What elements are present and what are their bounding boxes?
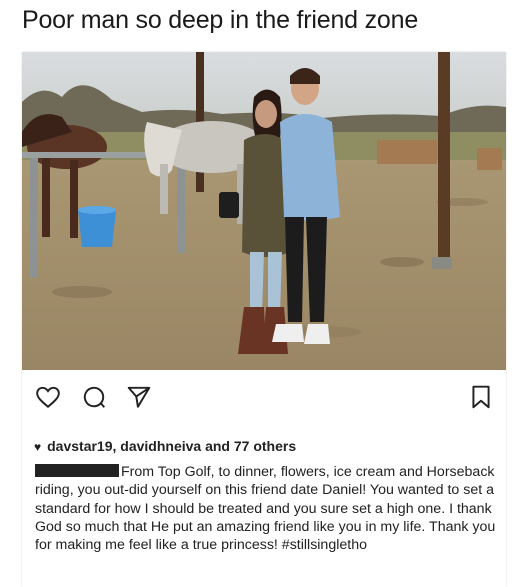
bookmark-icon[interactable] [468, 384, 494, 410]
send-icon[interactable] [126, 384, 152, 410]
couple-horse-ranch-photo [22, 52, 506, 370]
comment-icon[interactable] [81, 384, 107, 410]
meme-title: Poor man so deep in the friend zone [22, 6, 419, 34]
caption-text: From Top Golf, to dinner, flowers, ice c… [35, 464, 496, 554]
liked-by-others[interactable]: 77 others [234, 438, 296, 454]
instagram-post: ♥ davstar19, davidhneiva and 77 others Fr… [22, 52, 506, 587]
redacted-username [35, 464, 119, 477]
liked-by-users[interactable]: davstar19, davidhneiva [47, 438, 201, 454]
action-bar [22, 374, 506, 414]
liked-by-line: ♥ davstar19, davidhneiva and 77 others [34, 438, 296, 454]
heart-outline-icon[interactable] [35, 384, 61, 410]
post-photo[interactable] [22, 52, 506, 370]
heart-filled-icon: ♥ [34, 440, 42, 454]
post-caption: From Top Golf, to dinner, flowers, ice c… [35, 463, 501, 554]
liked-by-connector: and [201, 438, 234, 454]
